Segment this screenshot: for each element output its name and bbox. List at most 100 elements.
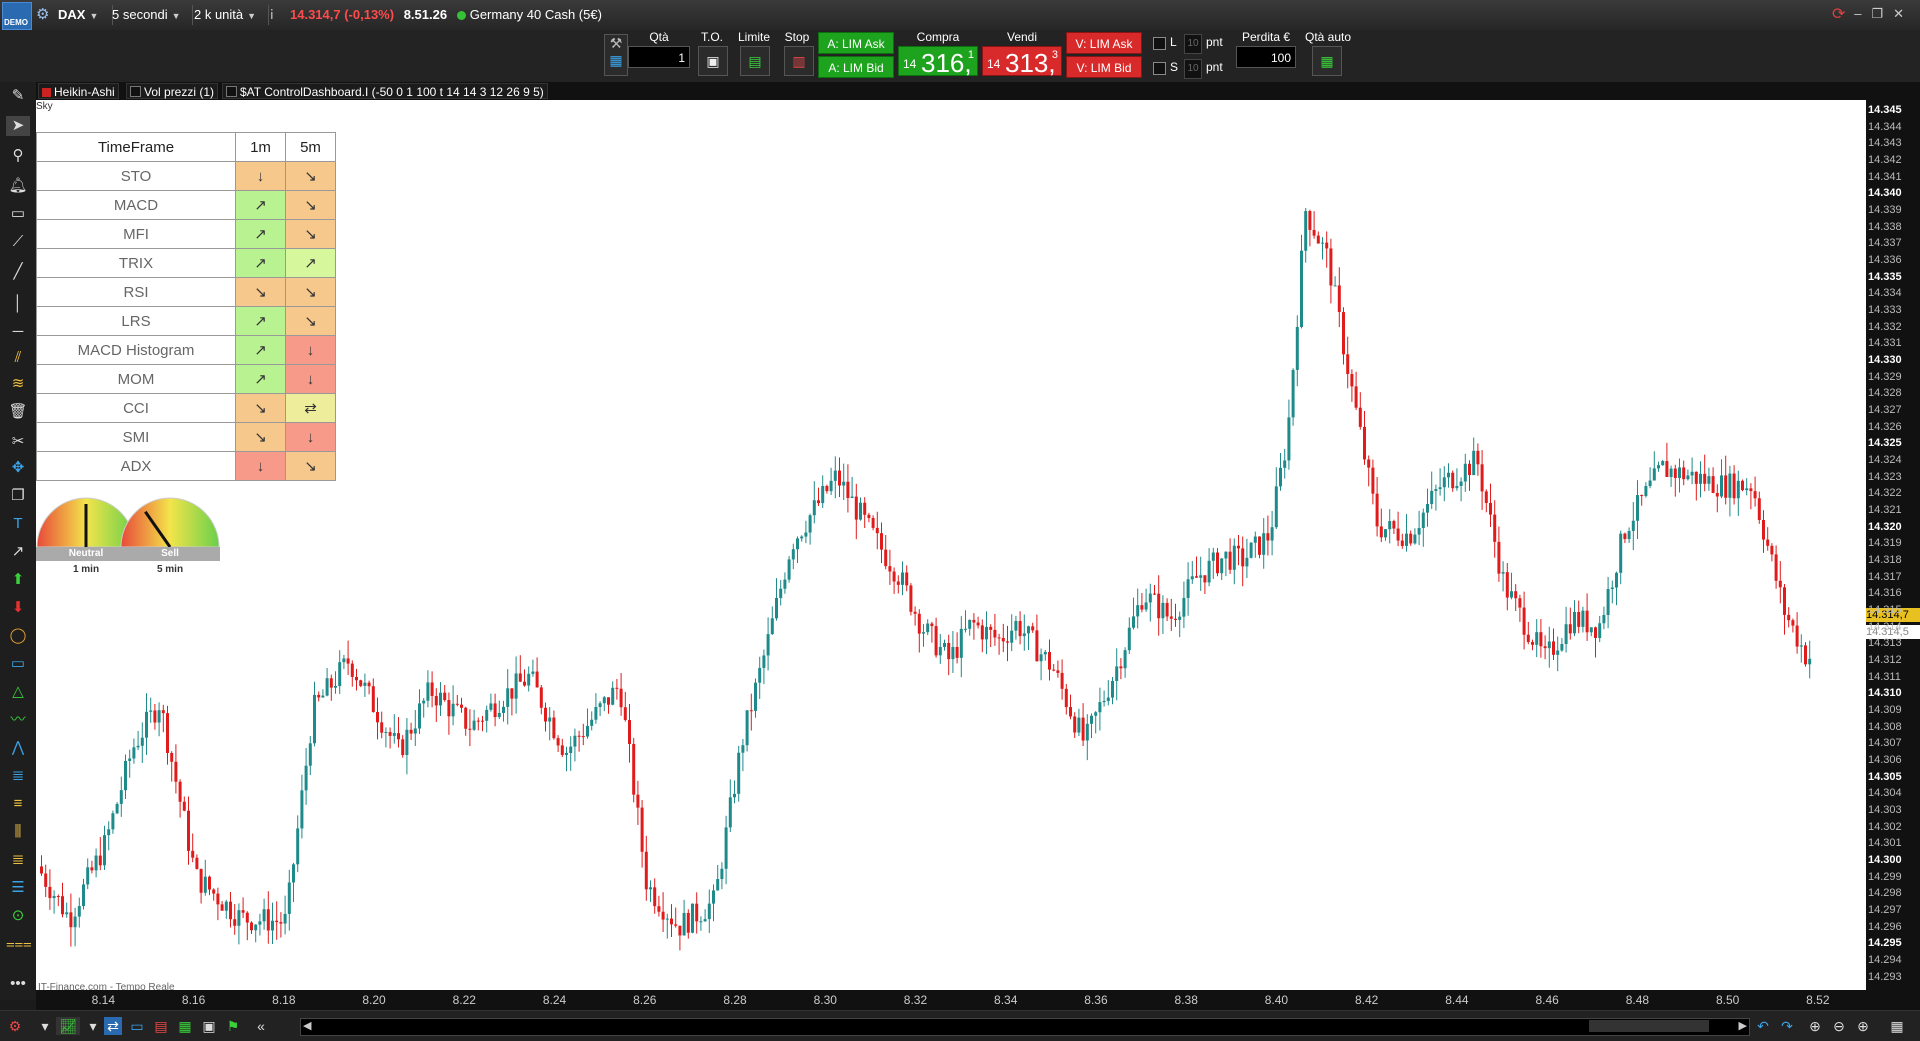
fib-fan-icon[interactable]: ⫼ <box>6 822 30 842</box>
stop-order-button[interactable]: ▥ <box>784 46 814 76</box>
copy-icon[interactable]: ❐ <box>6 486 30 506</box>
chevron-down-icon[interactable]: ▾ <box>36 1017 54 1035</box>
rectangle-icon[interactable]: ▭ <box>6 654 30 674</box>
grid-icon[interactable]: ▦ <box>176 1017 194 1035</box>
time-axis[interactable]: 8.14 8.16 8.18 8.20 8.22 8.24 8.26 8.28 8.30 8.32… <box>36 990 1920 1010</box>
indicator-name: LRS <box>36 306 236 336</box>
keyboard-shortcuts-icon[interactable]: ▦ <box>1882 1017 1912 1035</box>
fib-time-icon[interactable]: ☰ <box>6 878 30 898</box>
horizontal-line-icon[interactable]: ─ <box>6 322 30 342</box>
scrollbar-thumb[interactable] <box>1589 1020 1709 1032</box>
zoom-out-icon[interactable]: ⊖ <box>1830 1017 1848 1035</box>
segment-icon[interactable]: ⟋ <box>6 232 30 252</box>
candle-body <box>1430 490 1434 504</box>
chevron-down-icon[interactable]: ▾ <box>84 1017 102 1035</box>
text-icon[interactable]: T <box>6 514 30 534</box>
bookmark-icon[interactable]: ⚑ <box>224 1017 242 1035</box>
fib-retracement-icon[interactable]: ≡ <box>6 794 30 814</box>
info-icon[interactable]: ⅰ <box>270 5 286 25</box>
scroll-left-arrow-icon[interactable]: ◀ <box>303 1019 311 1032</box>
qty-input[interactable]: 1 <box>628 46 690 68</box>
line-icon[interactable]: ╱ <box>6 262 30 282</box>
sell-lim-bid-button[interactable]: V: LIM Bid <box>1066 56 1142 78</box>
candle-body <box>712 890 715 904</box>
cursor-icon[interactable]: ➤ <box>6 116 30 136</box>
fib-extension-icon[interactable]: ≣ <box>6 850 30 870</box>
candle-body <box>1157 593 1161 619</box>
channel-icon[interactable]: ≋ <box>6 374 30 394</box>
redo-icon[interactable]: ↷ <box>1778 1017 1796 1035</box>
candle-body <box>1300 250 1303 327</box>
save-icon[interactable]: ▤ <box>152 1017 170 1035</box>
pitchfork-icon[interactable]: ⫽ <box>6 348 30 368</box>
app-logo[interactable]: DEMO <box>2 2 32 30</box>
time-tick-label: 8.18 <box>272 993 296 1007</box>
symbol-selector[interactable]: DAX ▼ <box>58 5 113 25</box>
close-icon[interactable]: ✕ <box>1893 6 1914 21</box>
indicator-heikin-ashi[interactable]: Heikin-Ashi <box>38 83 119 99</box>
limit-order-button[interactable]: ▤ <box>740 46 770 76</box>
restore-icon[interactable]: ❐ <box>1871 6 1893 21</box>
screenshot-icon[interactable]: ▣ <box>200 1017 218 1035</box>
to-order-button[interactable]: ▣ <box>698 46 728 76</box>
vertical-line-icon[interactable]: │ <box>6 294 30 314</box>
buy-lim-bid-button[interactable]: A: LIM Bid <box>818 56 894 78</box>
sell-lim-ask-button[interactable]: V: LIM Ask <box>1066 32 1142 54</box>
zoom-in-icon[interactable]: ⊕ <box>1854 1017 1872 1035</box>
fibonacci-icon[interactable]: ≣ <box>6 766 30 786</box>
move-icon[interactable]: ✥ <box>6 458 30 478</box>
units-selector[interactable]: 2 k unità ▼ <box>194 5 269 25</box>
perdita-input[interactable]: 100 <box>1236 46 1296 68</box>
short-checkbox[interactable] <box>1153 62 1166 75</box>
candle-body <box>1678 467 1681 478</box>
trash-icon[interactable]: 🗑︎ <box>6 402 30 422</box>
regression-icon[interactable]: ⩶ <box>6 934 32 954</box>
triangle-icon[interactable]: △ <box>6 682 30 702</box>
candle-body <box>1783 587 1786 615</box>
short-pnt-input[interactable]: 10 <box>1184 59 1202 79</box>
candle-body <box>1279 467 1282 487</box>
ruler-icon[interactable]: ▭ <box>6 204 30 224</box>
share-icon[interactable]: ⇄ <box>104 1017 122 1035</box>
zigzag-icon[interactable]: ⋀ <box>6 738 30 758</box>
window-icon[interactable]: ▭ <box>128 1017 146 1035</box>
price-axis[interactable]: 14.314,7 14.314,5 14.345 14.344 14.343 14.3… <box>1866 82 1920 990</box>
timeframe-selector[interactable]: 5 secondi ▼ <box>112 5 193 25</box>
candle-body <box>959 628 963 658</box>
wave-icon[interactable]: 〰 <box>6 710 30 730</box>
ellipse-icon[interactable]: ◯ <box>6 626 30 646</box>
price-tick-label: 14.336 <box>1868 254 1902 266</box>
buy-lim-ask-button[interactable]: A: LIM Ask <box>818 32 894 54</box>
down-arrow-icon[interactable]: ⬇ <box>6 598 30 618</box>
scroll-right-arrow-icon[interactable]: ▶ <box>1739 1019 1747 1032</box>
order-tools-button[interactable]: ⚒ ▦ <box>604 34 628 76</box>
refresh-icon[interactable]: ⟳ <box>1832 5 1854 25</box>
undo-icon[interactable]: ↶ <box>1754 1017 1772 1035</box>
more-tools-icon[interactable]: ••• <box>6 974 30 994</box>
buy-price-button[interactable]: 14 316, 1 <box>898 46 978 78</box>
zoom-icon[interactable]: ⚲ <box>6 146 30 166</box>
long-pnt-input[interactable]: 10 <box>1184 34 1202 54</box>
tools-icon[interactable]: ✂ <box>6 432 30 452</box>
price-tick-label: 14.294 <box>1868 954 1902 966</box>
pencil-icon[interactable]: ✎ <box>6 86 30 106</box>
settings-icon[interactable]: ⚙ <box>6 1017 24 1035</box>
qta-auto-button[interactable]: ▦ <box>1312 46 1342 76</box>
minimize-icon[interactable]: – <box>1854 6 1871 21</box>
long-checkbox[interactable] <box>1153 37 1166 50</box>
gann-icon[interactable]: ⊙ <box>6 906 30 926</box>
chart-plot-area[interactable]: Sky TimeFrame 1m 5m STO ↓ ↘ MACD ↗ ↘ MFI ↗ ↘ TRIX… <box>36 100 1866 993</box>
zoom-fit-icon[interactable]: ⊕ <box>1806 1017 1824 1035</box>
scroll-left-icon[interactable]: « <box>252 1017 270 1035</box>
up-arrow-icon[interactable]: ⬆ <box>6 570 30 590</box>
indicator-vol-prezzi[interactable]: Vol prezzi (1) <box>126 83 219 99</box>
arrow-icon[interactable]: ↗ <box>6 542 30 562</box>
instrument-settings-icon[interactable]: ⚙ <box>36 5 54 25</box>
chart-type-icon[interactable]: 📈︎ <box>56 1017 80 1035</box>
candle-body <box>1111 680 1114 698</box>
indicator-control-dashboard[interactable]: $AT ControlDashboard.I (-50 0 1 100 t 14… <box>222 83 548 99</box>
sell-price-button[interactable]: 14 313, 3 <box>982 46 1062 78</box>
alert-bell-icon[interactable]: 🔔︎ <box>6 176 30 196</box>
chart-scrollbar[interactable]: ◀ ▶ <box>300 1018 1750 1036</box>
candle-body <box>989 626 993 630</box>
